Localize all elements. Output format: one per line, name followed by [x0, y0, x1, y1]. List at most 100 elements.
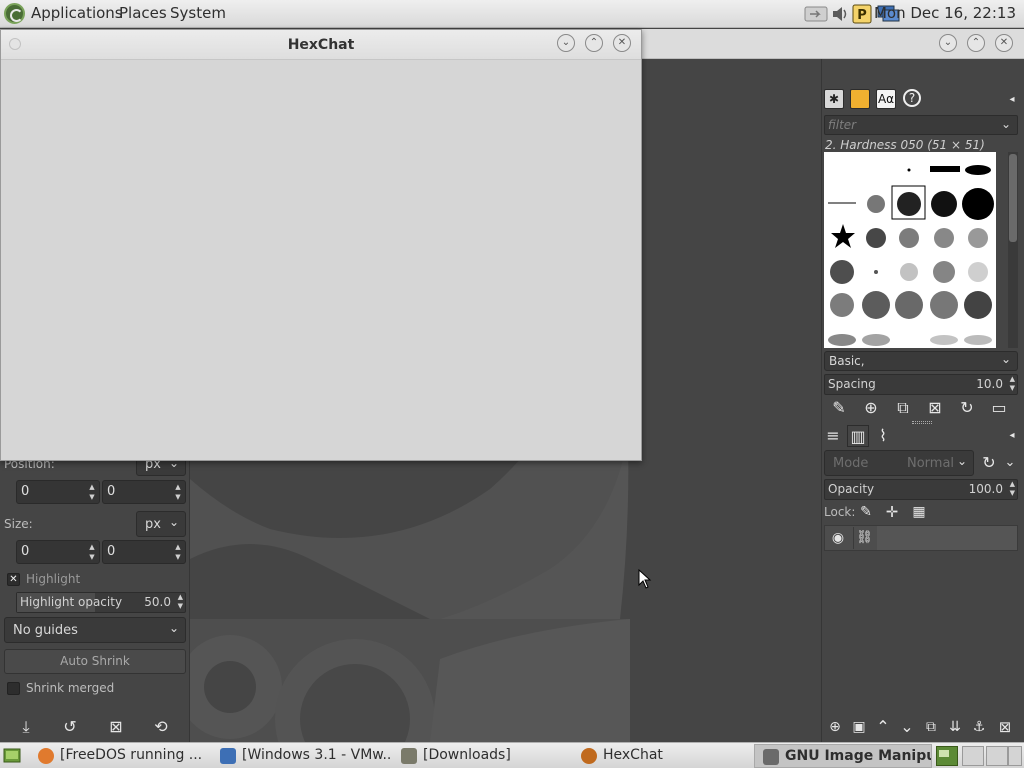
fonts-tab-icon[interactable]: Aα [876, 89, 896, 109]
hexchat-icon [581, 748, 597, 764]
raise-layer-icon[interactable]: ⌃ [872, 716, 894, 738]
size-label: Size: [4, 517, 33, 531]
hexchat-close-button[interactable]: ✕ [613, 34, 631, 52]
new-layer-icon[interactable]: ⊕ [824, 716, 846, 738]
brushes-tab-icon[interactable]: ✱ [824, 89, 844, 109]
restore-options-icon[interactable]: ↺ [59, 716, 81, 738]
workspace-2-icon[interactable] [962, 746, 984, 766]
chevron-down-icon: ⌄ [168, 621, 179, 635]
parking-icon[interactable]: P [852, 4, 872, 24]
mate-logo-icon[interactable] [4, 3, 25, 24]
reset-options-icon[interactable]: ⟲ [150, 716, 172, 738]
gimp-minimize-button[interactable]: ⌄ [939, 34, 957, 52]
hexchat-minimize-button[interactable]: ⌄ [557, 34, 575, 52]
channels-tab-icon[interactable]: ▥ [847, 425, 869, 447]
applications-menu[interactable]: Applications [31, 4, 123, 22]
save-options-icon[interactable]: ⤓ [15, 716, 37, 738]
lock-pixels-icon[interactable]: ✎ [855, 501, 877, 523]
layer-name-cell[interactable] [877, 526, 1017, 550]
layer-mode-select[interactable]: Mode Normal ⌄ [824, 450, 974, 476]
vm-icon [38, 748, 54, 764]
spacing-slider[interactable]: Spacing 10.0 ▲ ▼ [824, 374, 1018, 395]
dock-menu-icon[interactable]: ◂ [1001, 89, 1023, 111]
open-brush-folder-icon[interactable]: ▭ [988, 397, 1010, 419]
auto-shrink-button[interactable]: Auto Shrink [4, 649, 186, 674]
delete-brush-icon[interactable]: ⊠ [924, 397, 946, 419]
new-brush-icon[interactable]: ⊕ [860, 397, 882, 419]
spin-arrows-icon[interactable]: ▲ ▼ [173, 482, 183, 502]
paths-tab-icon[interactable]: ⌇ [872, 425, 894, 447]
chevron-down-icon[interactable]: ⌄ [999, 452, 1021, 474]
workspace-4-icon[interactable] [1008, 746, 1022, 766]
brush-scrollbar[interactable] [1008, 152, 1018, 348]
bottom-panel: [FreeDOS running ... [Windows 3.1 - VMw.… [0, 742, 1024, 768]
scrollbar-thumb[interactable] [1009, 154, 1017, 242]
vm-icon [220, 748, 236, 764]
size-height-input[interactable]: 0 ▲ ▼ [102, 540, 186, 564]
lock-position-icon[interactable]: ✛ [881, 501, 903, 523]
workspace-1-icon[interactable] [936, 746, 958, 766]
highlight-opacity-slider[interactable]: Highlight opacity 50.0 ▲ ▼ [16, 592, 186, 613]
guides-select[interactable]: No guides ⌄ [4, 617, 186, 643]
volume-icon[interactable] [830, 4, 850, 24]
layers-tab-icon[interactable]: ≡ [822, 425, 844, 447]
lower-layer-icon[interactable]: ⌄ [896, 716, 918, 738]
brush-preset-select[interactable]: Basic, ⌄ [824, 351, 1018, 371]
clock[interactable]: Mon Dec 16, 22:13 [874, 4, 1016, 22]
spin-arrows-icon[interactable]: ▲ ▼ [173, 542, 183, 562]
size-unit-select[interactable]: px ⌄ [136, 511, 186, 537]
lock-alpha-icon[interactable]: ▦ [908, 501, 930, 523]
brush-thumbnails [828, 165, 994, 346]
position-y-input[interactable]: 0 ▲ ▼ [102, 480, 186, 504]
anchor-layer-icon[interactable]: ⚓ [968, 716, 990, 738]
refresh-brushes-icon[interactable]: ↻ [956, 397, 978, 419]
size-width-input[interactable]: 0 ▲ ▼ [16, 540, 100, 564]
position-x-input[interactable]: 0 ▲ ▼ [16, 480, 100, 504]
task-windows31[interactable]: [Windows 3.1 - VMw... [212, 744, 390, 768]
duplicate-layer-icon[interactable]: ⧉ [920, 716, 942, 738]
hexchat-maximize-button[interactable]: ⌃ [585, 34, 603, 52]
lock-label: Lock: [824, 505, 856, 519]
workspace-3-icon[interactable] [986, 746, 1008, 766]
shrink-merged-checkbox[interactable] [7, 682, 20, 695]
brush-grid[interactable] [824, 152, 996, 348]
delete-options-icon[interactable]: ⊠ [105, 716, 127, 738]
gimp-icon [763, 749, 779, 765]
task-downloads[interactable]: [Downloads] [393, 744, 571, 768]
dock-resize-handle[interactable] [912, 421, 932, 424]
places-menu[interactable]: Places [119, 4, 167, 22]
duplicate-brush-icon[interactable]: ⧉ [892, 397, 914, 419]
network-icon[interactable] [804, 4, 830, 24]
system-menu[interactable]: System [170, 4, 226, 22]
brush-name-label: 2. Hardness 050 (51 × 51) [825, 138, 985, 152]
hexchat-window[interactable]: HexChat ⌄ ⌃ ✕ [0, 29, 642, 461]
delete-layer-icon[interactable]: ⊠ [994, 716, 1016, 738]
dock-menu-icon[interactable]: ◂ [1001, 425, 1023, 447]
spin-arrows-icon[interactable]: ▲ ▼ [1010, 480, 1015, 498]
task-freedos[interactable]: [FreeDOS running ... [30, 744, 208, 768]
chain-icon[interactable]: ⛓ [853, 527, 875, 549]
highlight-checkbox[interactable]: ✕ [7, 573, 20, 586]
hexchat-title: HexChat [287, 37, 355, 53]
switch-mode-icon[interactable]: ↻ [978, 452, 1000, 474]
shrink-merged-label: Shrink merged [26, 681, 115, 695]
opacity-slider[interactable]: Opacity 100.0 ▲ ▼ [824, 479, 1018, 500]
spin-arrows-icon[interactable]: ▲ ▼ [87, 482, 97, 502]
spin-arrows-icon[interactable]: ▲ ▼ [178, 593, 183, 611]
show-desktop-icon[interactable] [3, 747, 21, 765]
patterns-tab-icon[interactable] [850, 89, 870, 109]
task-hexchat[interactable]: HexChat [573, 744, 751, 768]
brush-filter-input[interactable]: filter ⌄ [824, 115, 1018, 135]
spin-arrows-icon[interactable]: ▲ ▼ [87, 542, 97, 562]
task-gimp[interactable]: GNU Image Manipu... [754, 744, 932, 768]
spin-arrows-icon[interactable]: ▲ ▼ [1010, 375, 1015, 393]
merge-layer-icon[interactable]: ⇊ [944, 716, 966, 738]
layer-row[interactable]: ◉ ⛓ [824, 525, 1018, 551]
eye-icon[interactable]: ◉ [827, 527, 849, 549]
hexchat-titlebar[interactable]: HexChat ⌄ ⌃ ✕ [1, 30, 641, 60]
gimp-maximize-button[interactable]: ⌃ [967, 34, 985, 52]
gimp-close-button[interactable]: ✕ [995, 34, 1013, 52]
help-tab-icon[interactable]: ? [903, 89, 921, 107]
edit-brush-icon[interactable]: ✎ [828, 397, 850, 419]
new-layer-group-icon[interactable]: ▣ [848, 716, 870, 738]
